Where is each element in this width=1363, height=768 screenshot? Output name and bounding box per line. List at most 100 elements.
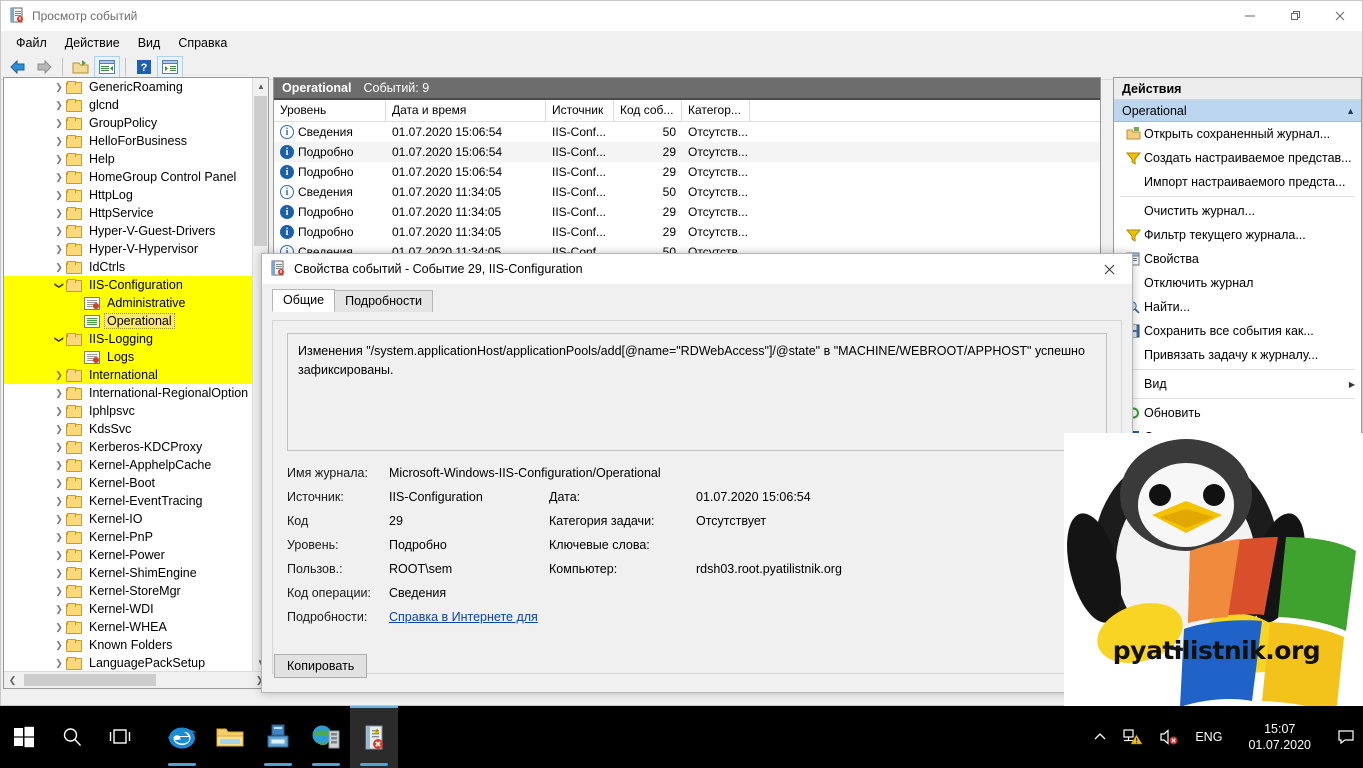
forward-button[interactable]	[31, 56, 57, 78]
action-attach-task[interactable]: Привязать задачу к журналу...	[1114, 343, 1361, 367]
tree-item-helloforbusiness[interactable]: ❯ HelloForBusiness	[4, 132, 252, 150]
tree-item-grouppolicy[interactable]: ❯ GroupPolicy	[4, 114, 252, 132]
chevron-right-icon[interactable]: ❯	[52, 496, 66, 507]
table-row[interactable]: i Сведения 01.07.2020 11:34:05 IIS-Conf... 5…	[274, 182, 1100, 202]
actions-group-header[interactable]: Operational ▲	[1114, 100, 1361, 122]
volume-icon-button[interactable]	[1151, 706, 1187, 768]
table-row[interactable]: i Сведения 01.07.2020 15:06:54 IIS-Conf... 5…	[274, 122, 1100, 142]
chevron-right-icon[interactable]: ❯	[52, 604, 66, 615]
tree-item-kernel-whea[interactable]: ❯ Kernel-WHEA	[4, 618, 252, 636]
tree-item-iis-logging[interactable]: ❯ IIS-Logging	[4, 330, 252, 348]
column-header-0[interactable]: Уровень	[274, 100, 386, 121]
tree-item-kernel-wdi[interactable]: ❯ Kernel-WDI	[4, 600, 252, 618]
close-button[interactable]	[1317, 1, 1362, 31]
tab-details[interactable]: Подробности	[334, 290, 433, 312]
tree-item-kernel-pnp[interactable]: ❯ Kernel-PnP	[4, 528, 252, 546]
chevron-right-icon[interactable]: ❯	[52, 406, 66, 417]
tree-item-kernel-apphelpcache[interactable]: ❯ Kernel-ApphelpCache	[4, 456, 252, 474]
tree-item-help[interactable]: ❯ Help	[4, 150, 252, 168]
chevron-right-icon[interactable]: ❯	[52, 514, 66, 525]
help-button[interactable]: ?	[131, 56, 157, 78]
menu-view[interactable]: Вид	[129, 33, 170, 53]
task-view-button[interactable]	[96, 706, 144, 768]
chevron-down-icon[interactable]: ❯	[54, 278, 65, 292]
column-header-1[interactable]: Дата и время	[386, 100, 546, 121]
chevron-right-icon[interactable]: ❯	[52, 208, 66, 219]
action-center-button[interactable]	[1329, 706, 1363, 768]
chevron-right-icon[interactable]: ❯	[52, 172, 66, 183]
taskbar-internet-explorer[interactable]	[158, 706, 206, 768]
show-hide-console-tree-button[interactable]	[68, 56, 94, 78]
action-create-custom-view[interactable]: Создать настраиваемое представ...	[1114, 146, 1361, 170]
chevron-right-icon[interactable]: ❯	[52, 586, 66, 597]
chevron-right-icon[interactable]: ❯	[52, 658, 66, 669]
taskbar-event-viewer[interactable]	[350, 706, 398, 768]
event-message-box[interactable]: Изменения "/system.applicationHost/appli…	[287, 333, 1107, 451]
hscroll-thumb[interactable]	[24, 674, 156, 686]
tree-item-hyper-v-guest-drivers[interactable]: ❯ Hyper-V-Guest-Drivers	[4, 222, 252, 240]
tree-item-glcnd[interactable]: ❯ glcnd	[4, 96, 252, 114]
chevron-right-icon[interactable]: ❯	[52, 550, 66, 561]
action-filter-current-log[interactable]: Фильтр текущего журнала...	[1114, 223, 1361, 247]
event-rows[interactable]: i Сведения 01.07.2020 15:06:54 IIS-Conf... 5…	[274, 122, 1100, 262]
tree-item-kernel-power[interactable]: ❯ Kernel-Power	[4, 546, 252, 564]
tree-item-genericroaming[interactable]: ❯ GenericRoaming	[4, 78, 252, 96]
table-row[interactable]: i Подробно 01.07.2020 15:06:54 IIS-Conf... 2…	[274, 162, 1100, 182]
table-row[interactable]: i Подробно 01.07.2020 11:34:05 IIS-Conf... 2…	[274, 202, 1100, 222]
action-properties[interactable]: Свойства	[1114, 247, 1361, 271]
chevron-right-icon[interactable]: ❯	[52, 424, 66, 435]
menu-action[interactable]: Действие	[56, 33, 129, 53]
tree-item-kernel-eventtracing[interactable]: ❯ Kernel-EventTracing	[4, 492, 252, 510]
online-help-link[interactable]: Справка в Интернете для	[389, 610, 1107, 624]
tree-item-kernel-boot[interactable]: ❯ Kernel-Boot	[4, 474, 252, 492]
back-button[interactable]	[5, 56, 31, 78]
scroll-thumb[interactable]	[254, 96, 267, 246]
chevron-right-icon[interactable]: ❯	[52, 100, 66, 111]
chevron-down-icon[interactable]: ❯	[54, 332, 65, 346]
chevron-right-icon[interactable]: ❯	[52, 244, 66, 255]
language-indicator[interactable]: ENG	[1187, 706, 1230, 768]
show-action-pane-button[interactable]	[157, 55, 183, 78]
tree-item-operational[interactable]: Operational	[4, 312, 252, 330]
tree-item-logs[interactable]: Logs	[4, 348, 252, 366]
tree-item-kerberos-kdcproxy[interactable]: ❯ Kerberos-KDCProxy	[4, 438, 252, 456]
action-find[interactable]: Найти...	[1114, 295, 1361, 319]
chevron-right-icon[interactable]: ❯	[52, 568, 66, 579]
taskbar-file-explorer[interactable]	[206, 706, 254, 768]
column-header-4[interactable]: Категор...	[682, 100, 750, 121]
scroll-left-arrow[interactable]: ❮	[4, 672, 21, 688]
console-tree[interactable]: ❯ GenericRoaming ❯ glcnd ❯ GroupPolicy ❯ HelloF…	[4, 78, 252, 671]
chevron-right-icon[interactable]: ❯	[52, 622, 66, 633]
action-items[interactable]: Открыть сохраненный журнал... Создать нас…	[1114, 122, 1361, 449]
tab-general[interactable]: Общие	[272, 289, 336, 312]
tree-item-administrative[interactable]: Administrative	[4, 294, 252, 312]
tree-item-international[interactable]: ❯ International	[4, 366, 252, 384]
maximize-button[interactable]	[1272, 1, 1317, 31]
tree-item-languagepacksetup[interactable]: ❯ LanguagePackSetup	[4, 654, 252, 671]
action-disable-log[interactable]: Отключить журнал	[1114, 271, 1361, 295]
tree-horizontal-scrollbar[interactable]: ❮ ❯	[4, 671, 268, 688]
table-row[interactable]: i Подробно 01.07.2020 11:34:05 IIS-Conf... 2…	[274, 222, 1100, 242]
chevron-right-icon[interactable]: ❯	[52, 532, 66, 543]
chevron-right-icon[interactable]: ❯	[52, 460, 66, 471]
tree-item-hyper-v-hypervisor[interactable]: ❯ Hyper-V-Hypervisor	[4, 240, 252, 258]
chevron-right-icon[interactable]: ❯	[52, 370, 66, 381]
tree-item-known-folders[interactable]: ❯ Known Folders	[4, 636, 252, 654]
console-tree-pane[interactable]: ❯ GenericRoaming ❯ glcnd ❯ GroupPolicy ❯ HelloF…	[3, 77, 269, 689]
dialog-tabs[interactable]: Общие Подробности	[262, 289, 1132, 312]
scroll-up-arrow[interactable]: ▲	[253, 78, 268, 95]
chevron-right-icon[interactable]: ❯	[52, 154, 66, 165]
taskbar-server-manager[interactable]	[254, 706, 302, 768]
chevron-right-icon[interactable]: ❯	[52, 262, 66, 273]
action-open-saved-log[interactable]: Открыть сохраненный журнал...	[1114, 122, 1361, 146]
copy-button[interactable]: Копировать	[274, 654, 368, 678]
action-save-all-events[interactable]: Сохранить все события как...	[1114, 319, 1361, 343]
dialog-close-button[interactable]	[1087, 254, 1132, 284]
start-button[interactable]	[0, 706, 48, 768]
tree-item-httpservice[interactable]: ❯ HttpService	[4, 204, 252, 222]
table-row[interactable]: i Подробно 01.07.2020 15:06:54 IIS-Conf... 2…	[274, 142, 1100, 162]
column-header-3[interactable]: Код соб...	[614, 100, 682, 121]
chevron-right-icon[interactable]: ❯	[52, 118, 66, 129]
column-header-2[interactable]: Источник	[546, 100, 614, 121]
properties-button[interactable]	[94, 55, 120, 78]
